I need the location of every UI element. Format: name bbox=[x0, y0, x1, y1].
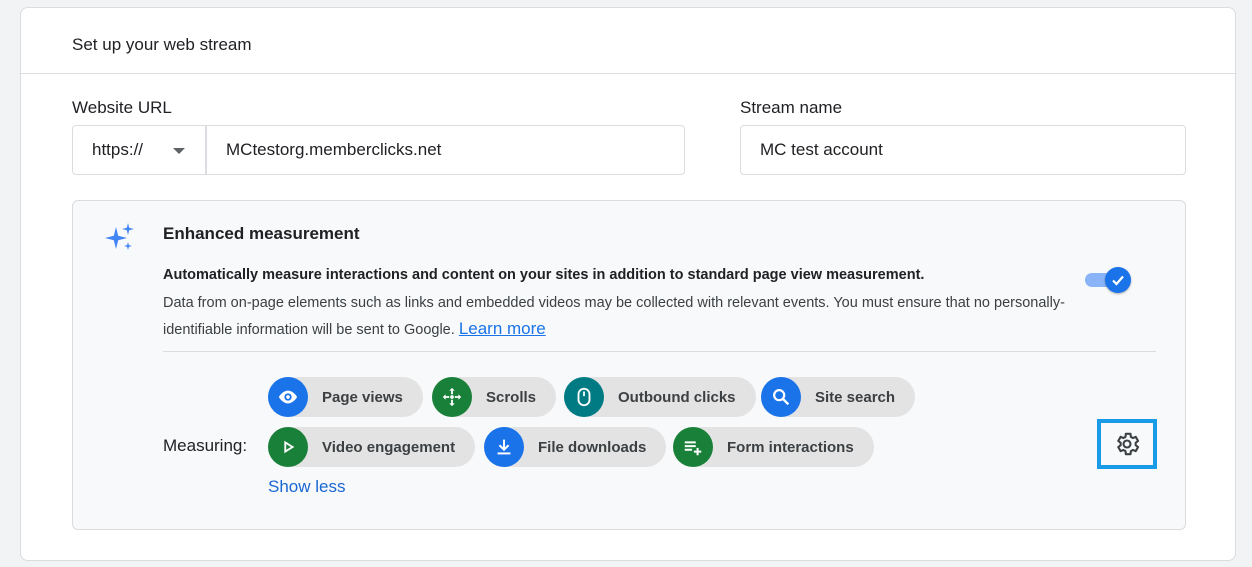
playlist-add-icon bbox=[673, 427, 713, 467]
chip-file-downloads[interactable]: File downloads bbox=[484, 427, 667, 467]
website-url-label: Website URL bbox=[72, 98, 172, 117]
sparkle-icon bbox=[105, 223, 134, 250]
card-title: Set up your web stream bbox=[21, 8, 1235, 74]
chip-label: Site search bbox=[815, 388, 896, 406]
measuring-label: Measuring: bbox=[163, 436, 248, 455]
download-icon bbox=[484, 427, 524, 467]
chip-label: Outbound clicks bbox=[618, 388, 736, 406]
web-stream-card: Set up your web stream Website URL https… bbox=[20, 7, 1236, 561]
show-less-link[interactable]: Show less bbox=[268, 477, 345, 497]
move-arrows-icon bbox=[432, 377, 472, 417]
chip-page-views[interactable]: Page views bbox=[268, 377, 423, 417]
toggle-thumb bbox=[1105, 267, 1131, 293]
gear-icon bbox=[1117, 432, 1140, 456]
learn-more-link[interactable]: Learn more bbox=[459, 319, 546, 338]
enhanced-measurement-toggle[interactable] bbox=[1085, 267, 1133, 293]
chip-site-search[interactable]: Site search bbox=[761, 377, 916, 417]
chip-label: Scrolls bbox=[486, 388, 537, 406]
chip-label: Video engagement bbox=[322, 438, 456, 456]
dropdown-arrow-icon bbox=[173, 148, 185, 154]
protocol-value: https:// bbox=[92, 140, 144, 159]
search-icon bbox=[761, 377, 801, 417]
description-text: Data from on-page elements such as links… bbox=[163, 295, 1065, 338]
play-icon bbox=[268, 427, 308, 467]
chip-outbound-clicks[interactable]: Outbound clicks bbox=[564, 377, 756, 417]
check-icon bbox=[1112, 275, 1124, 286]
mouse-icon bbox=[564, 377, 604, 417]
settings-button[interactable] bbox=[1097, 419, 1157, 469]
chip-label: Page views bbox=[322, 388, 403, 406]
enhanced-measurement-title: Enhanced measurement bbox=[163, 224, 360, 243]
stream-name-input[interactable]: MC test account bbox=[740, 125, 1186, 175]
enhanced-measurement-panel: Enhanced measurement Automatically measu… bbox=[72, 200, 1186, 530]
chip-video-engagement[interactable]: Video engagement bbox=[268, 427, 476, 467]
enhanced-measurement-summary: Automatically measure interactions and c… bbox=[163, 267, 925, 283]
enhanced-measurement-description: Data from on-page elements such as links… bbox=[163, 291, 1083, 343]
chip-form-interactions[interactable]: Form interactions bbox=[673, 427, 874, 467]
chip-label: File downloads bbox=[538, 438, 647, 456]
protocol-select[interactable]: https:// bbox=[72, 125, 206, 175]
eye-icon bbox=[268, 377, 308, 417]
chip-label: Form interactions bbox=[727, 438, 854, 456]
stream-name-label: Stream name bbox=[740, 98, 843, 117]
website-url-value: MCtestorg.memberclicks.net bbox=[226, 140, 442, 159]
website-url-input[interactable]: MCtestorg.memberclicks.net bbox=[206, 125, 685, 175]
stream-name-value: MC test account bbox=[760, 140, 883, 159]
divider bbox=[163, 351, 1156, 352]
chip-scrolls[interactable]: Scrolls bbox=[432, 377, 557, 417]
